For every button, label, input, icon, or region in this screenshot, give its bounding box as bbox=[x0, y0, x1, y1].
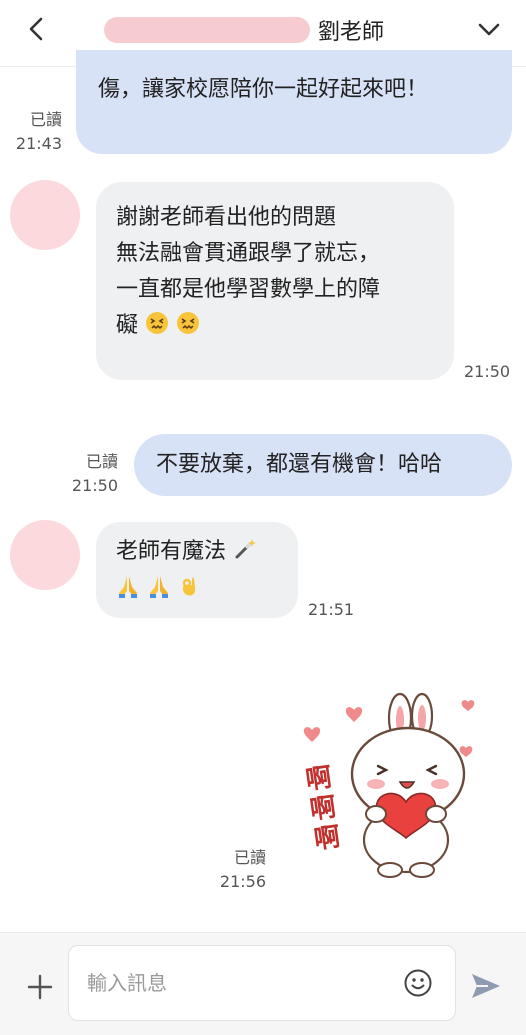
sent-message-bubble[interactable]: 不要放棄，都還有機會！哈哈 bbox=[134, 434, 512, 496]
message-input[interactable] bbox=[85, 966, 399, 1000]
redacted-name bbox=[104, 17, 310, 43]
folded-hands-icon bbox=[150, 576, 168, 598]
sender-avatar[interactable] bbox=[10, 520, 80, 590]
message-meta: 已讀 21:56 bbox=[214, 846, 266, 894]
received-message-bubble[interactable]: 老師有魔法 bbox=[96, 522, 298, 618]
read-receipt: 已讀 bbox=[233, 848, 266, 867]
sticker[interactable]: 啊啊啊 bbox=[296, 690, 484, 880]
folded-hands-icon bbox=[119, 576, 137, 598]
read-receipt: 已讀 bbox=[85, 452, 118, 471]
emoji-smile-icon[interactable] bbox=[403, 968, 433, 998]
ok-hand-icon bbox=[182, 577, 196, 596]
plus-icon[interactable] bbox=[26, 973, 54, 1001]
chevron-down-icon[interactable] bbox=[474, 14, 504, 44]
message-composer bbox=[0, 932, 526, 1035]
chat-title: 劉老師 bbox=[104, 10, 424, 50]
message-input-box[interactable] bbox=[68, 945, 456, 1021]
confounded-face-icon bbox=[146, 312, 169, 334]
message-time: 21:50 bbox=[464, 362, 511, 381]
message-meta: 已讀 21:50 bbox=[66, 450, 118, 498]
message-meta: 已讀 21:43 bbox=[10, 108, 62, 156]
confounded-face-icon bbox=[177, 312, 200, 334]
message-time: 21:50 bbox=[71, 476, 118, 495]
send-icon[interactable] bbox=[470, 971, 502, 1001]
sent-message-bubble[interactable]: 傷，讓家校愿陪你一起好起來吧！ bbox=[76, 50, 512, 154]
sender-avatar[interactable] bbox=[10, 180, 80, 250]
received-message-bubble[interactable]: 謝謝老師看出他的問題 無法融會貫通跟學了就忘， 一直都是他學習數學上的障 礙 bbox=[96, 182, 454, 380]
back-arrow-icon[interactable] bbox=[22, 14, 52, 44]
chat-title-text: 劉老師 bbox=[318, 20, 385, 45]
magic-wand-icon bbox=[235, 539, 257, 559]
message-time: 21:56 bbox=[219, 872, 266, 891]
read-receipt: 已讀 bbox=[29, 110, 62, 129]
message-time: 21:51 bbox=[308, 600, 355, 619]
message-time: 21:43 bbox=[15, 134, 62, 153]
